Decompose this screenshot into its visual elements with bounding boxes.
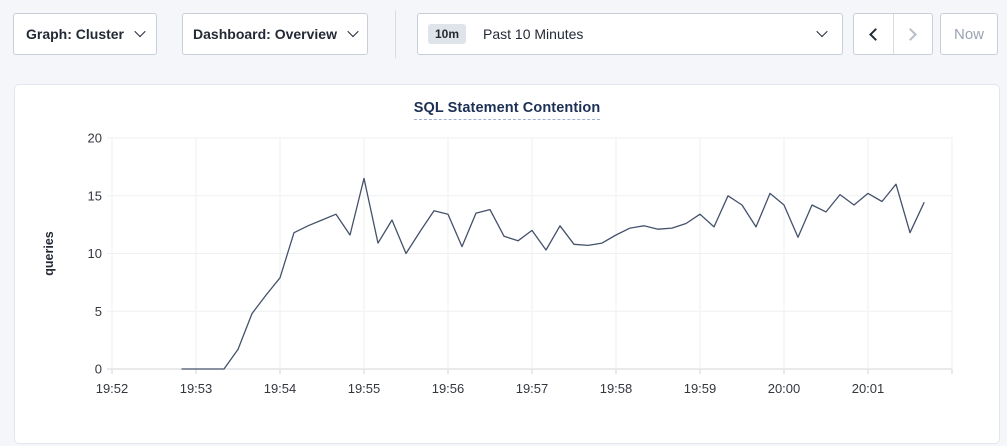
x-tick-label: 19:57 — [516, 381, 549, 396]
dashboard-dropdown-label: Dashboard: Overview — [193, 26, 337, 42]
chevron-right-icon — [904, 28, 917, 41]
y-tick-label: 20 — [88, 131, 102, 146]
chart-panel: SQL Statement Contention 0 5 10 15 20 19:52 19… — [14, 84, 1000, 444]
x-tick-label: 19:59 — [684, 381, 717, 396]
chevron-down-icon — [816, 25, 827, 36]
series-line-queries — [182, 178, 924, 369]
x-tick-label: 19:55 — [348, 381, 381, 396]
x-tick-label: 19:56 — [432, 381, 465, 396]
time-shift-button-group — [853, 13, 933, 55]
y-tick-label: 10 — [88, 246, 102, 261]
time-shift-next-button[interactable] — [893, 14, 933, 54]
toolbar: Graph: Cluster Dashboard: Overview 10m P… — [0, 0, 1007, 70]
x-tick-label: 19:54 — [264, 381, 297, 396]
x-tick-label: 19:52 — [96, 381, 129, 396]
now-button[interactable]: Now — [940, 13, 998, 55]
chart-title-row: SQL Statement Contention — [15, 99, 999, 121]
y-tick-label: 0 — [95, 362, 102, 377]
now-button-label: Now — [954, 26, 984, 43]
contention-chart: 0 5 10 15 20 19:52 19:53 19:54 19:55 19:56 19:57 19… — [15, 121, 999, 441]
x-tick-label: 20:01 — [852, 381, 885, 396]
x-tick-label: 20:00 — [768, 381, 801, 396]
time-shift-prev-button[interactable] — [854, 14, 893, 54]
chevron-down-icon — [134, 25, 145, 36]
chart-title-link[interactable]: SQL Statement Contention — [414, 100, 601, 120]
chevron-left-icon — [869, 28, 882, 41]
graph-dropdown-label: Graph: Cluster — [26, 26, 124, 42]
time-range-badge: 10m — [428, 24, 466, 44]
time-range-label: Past 10 Minutes — [483, 26, 583, 42]
y-tick-label: 5 — [95, 304, 102, 319]
y-axis-label: queries — [42, 231, 56, 276]
dashboard-dropdown[interactable]: Dashboard: Overview — [182, 13, 368, 55]
toolbar-divider — [395, 10, 396, 58]
chevron-down-icon — [347, 25, 358, 36]
x-tick-label: 19:58 — [600, 381, 633, 396]
time-range-dropdown[interactable]: 10m Past 10 Minutes — [417, 13, 843, 55]
y-tick-label: 15 — [88, 188, 102, 203]
graph-dropdown[interactable]: Graph: Cluster — [13, 13, 157, 55]
x-tick-label: 19:53 — [180, 381, 213, 396]
